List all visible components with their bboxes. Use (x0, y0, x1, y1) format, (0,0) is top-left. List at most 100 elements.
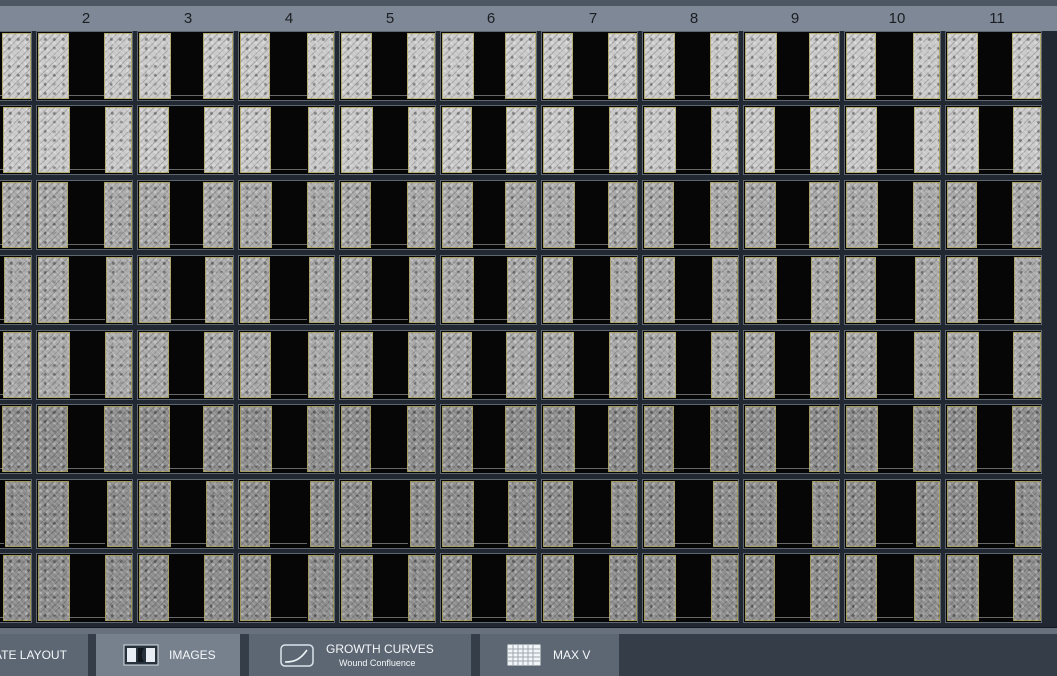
well-image[interactable] (945, 479, 1042, 549)
well-image[interactable] (743, 180, 840, 250)
well-image[interactable] (339, 255, 436, 325)
plate-image-grid[interactable] (0, 31, 1057, 628)
well-image[interactable] (339, 105, 436, 175)
well-image[interactable] (541, 404, 638, 474)
well-image[interactable] (945, 553, 1042, 623)
well-image[interactable] (541, 553, 638, 623)
well-image[interactable] (844, 479, 941, 549)
well-image[interactable] (238, 105, 335, 175)
well-image[interactable] (541, 180, 638, 250)
well-image[interactable] (339, 180, 436, 250)
well-image[interactable] (36, 180, 133, 250)
well-image[interactable] (945, 404, 1042, 474)
max-v-tab[interactable]: MAX V (480, 634, 619, 676)
well-image[interactable] (541, 255, 638, 325)
well-image[interactable] (844, 404, 941, 474)
well-image[interactable] (137, 31, 234, 101)
well-image[interactable] (743, 404, 840, 474)
well-image[interactable] (339, 404, 436, 474)
well-image[interactable] (36, 404, 133, 474)
well-image[interactable] (238, 330, 335, 400)
well-image[interactable] (137, 404, 234, 474)
well-image[interactable] (743, 105, 840, 175)
well-image[interactable] (541, 479, 638, 549)
well-image[interactable] (642, 255, 739, 325)
well-image[interactable] (642, 180, 739, 250)
well-image[interactable] (137, 180, 234, 250)
well-image[interactable] (0, 479, 32, 549)
well-image[interactable] (137, 255, 234, 325)
well-image[interactable] (945, 255, 1042, 325)
growth-curves-tab[interactable]: GROWTH CURVES Wound Confluence (249, 634, 471, 676)
well-image[interactable] (440, 553, 537, 623)
well-image[interactable] (339, 553, 436, 623)
well-image[interactable] (36, 553, 133, 623)
images-tab[interactable]: IMAGES (96, 634, 240, 676)
well-image[interactable] (844, 31, 941, 101)
well-image[interactable] (844, 330, 941, 400)
well-image[interactable] (642, 553, 739, 623)
well-image[interactable] (743, 31, 840, 101)
well-image[interactable] (945, 330, 1042, 400)
well-image[interactable] (238, 180, 335, 250)
scale-bar-line (471, 169, 509, 170)
well-image[interactable] (945, 31, 1042, 101)
well-image[interactable] (339, 31, 436, 101)
well-image[interactable] (743, 479, 840, 549)
well-image[interactable] (440, 255, 537, 325)
well-image[interactable] (36, 255, 133, 325)
well-image[interactable] (0, 404, 32, 474)
well-image[interactable] (743, 553, 840, 623)
well-image[interactable] (238, 31, 335, 101)
well-image[interactable] (844, 255, 941, 325)
well-image[interactable] (0, 255, 32, 325)
well-image[interactable] (743, 330, 840, 400)
well-image[interactable] (642, 404, 739, 474)
cell-layer-right (106, 257, 132, 323)
well-image[interactable] (0, 31, 32, 101)
well-image[interactable] (238, 404, 335, 474)
well-image[interactable] (0, 330, 32, 400)
well-image[interactable] (0, 105, 32, 175)
well-image[interactable] (238, 255, 335, 325)
well-image[interactable] (945, 105, 1042, 175)
well-image[interactable] (642, 31, 739, 101)
well-image[interactable] (541, 31, 638, 101)
well-image[interactable] (440, 31, 537, 101)
well-image[interactable] (137, 479, 234, 549)
well-image[interactable] (844, 180, 941, 250)
well-image[interactable] (0, 553, 32, 623)
well-image[interactable] (743, 255, 840, 325)
well-image[interactable] (642, 330, 739, 400)
cell-layer-left (543, 182, 575, 248)
well-image[interactable] (339, 330, 436, 400)
well-image[interactable] (440, 404, 537, 474)
well-image[interactable] (844, 105, 941, 175)
well-image[interactable] (440, 180, 537, 250)
well-image[interactable] (36, 330, 133, 400)
well-image[interactable] (642, 105, 739, 175)
well-image[interactable] (440, 479, 537, 549)
cell-layer-right (308, 332, 334, 398)
plate-layout-tab[interactable]: ATE LAYOUT (0, 634, 88, 676)
well-image[interactable] (137, 553, 234, 623)
well-image[interactable] (36, 31, 133, 101)
cell-layer-right (2, 33, 31, 99)
well-image[interactable] (541, 105, 638, 175)
cell-layer-left (341, 555, 373, 621)
well-image[interactable] (339, 479, 436, 549)
well-image[interactable] (0, 180, 32, 250)
well-image[interactable] (238, 553, 335, 623)
well-image[interactable] (440, 330, 537, 400)
well-image[interactable] (137, 105, 234, 175)
well-image[interactable] (440, 105, 537, 175)
well-image[interactable] (541, 330, 638, 400)
well-image[interactable] (945, 180, 1042, 250)
cell-layer-right (913, 182, 940, 248)
well-image[interactable] (844, 553, 941, 623)
well-image[interactable] (137, 330, 234, 400)
well-image[interactable] (642, 479, 739, 549)
well-image[interactable] (36, 105, 133, 175)
well-image[interactable] (238, 479, 335, 549)
well-image[interactable] (36, 479, 133, 549)
